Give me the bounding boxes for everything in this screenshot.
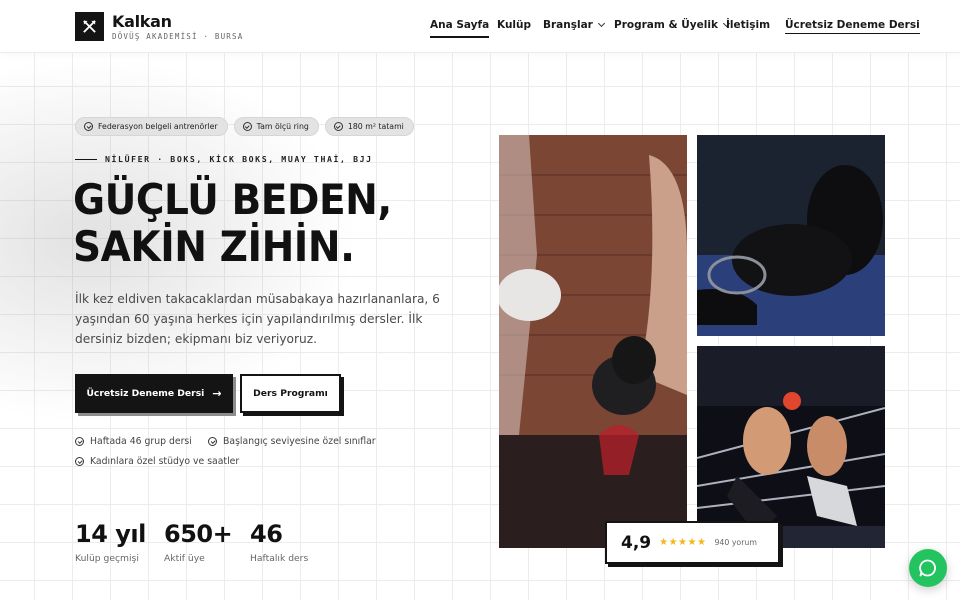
feature-weekly-classes: Haftada 46 grup dersi: [75, 436, 192, 447]
badge-certified-coaches: Federasyon belgeli antrenörler: [75, 117, 228, 136]
rating-count: 940 yorum: [714, 538, 757, 547]
logo[interactable]: [75, 12, 104, 41]
badge-full-ring: Tam ölçü ring: [233, 117, 319, 136]
crossed-swords-icon: [83, 20, 96, 33]
feature-label: Kadınlara özel stüdyo ve saatler: [90, 456, 240, 467]
brand-subtitle: DÖVÜŞ AKADEMİSİ · BURSA: [112, 32, 244, 41]
check-circle-icon: [242, 122, 252, 131]
hero-headline: GÜÇLÜ BEDEN, SAKİN ZİHİN.: [73, 176, 408, 270]
rating-stars-icon: ★★★★★: [659, 537, 707, 548]
brand-name[interactable]: Kalkan: [112, 12, 172, 31]
eyebrow: NİLÜFER · BOKS, KİCK BOKS, MUAY THAİ, BJ…: [75, 154, 373, 164]
headline-line-1: GÜÇLÜ BEDEN,: [73, 175, 392, 224]
stat-classes-label: Haftalık ders: [250, 553, 309, 564]
free-trial-button[interactable]: Ücretsiz Deneme Dersi →: [75, 374, 233, 413]
feature-label: Başlangıç seviyesine özel sınıflar: [223, 436, 376, 447]
headline-line-2: SAKİN ZİHİN.: [73, 222, 355, 271]
check-circle-icon: [75, 437, 84, 446]
whatsapp-chat-button[interactable]: [909, 549, 947, 587]
nav-label: İletişim: [726, 19, 771, 31]
hero-lead: İlk kez eldiven takacaklardan müsabakaya…: [75, 292, 440, 346]
stat-years-value: 14 yıl: [75, 520, 146, 548]
badge-label: Federasyon belgeli antrenörler: [98, 122, 218, 131]
stat-members-value: 650+: [164, 520, 233, 548]
stat-classes-value: 46: [250, 520, 283, 548]
chat-bubble-icon: [919, 559, 936, 577]
rating-card: 4,9 ★★★★★ 940 yorum: [605, 521, 780, 564]
feature-label: Haftada 46 grup dersi: [90, 436, 192, 447]
check-circle-icon: [333, 122, 343, 131]
feature-women-studio: Kadınlara özel stüdyo ve saatler: [75, 456, 239, 467]
button-label: Ders Programı: [253, 388, 328, 399]
stat-years-label: Kulüp geçmişi: [75, 553, 139, 564]
badge-row: Federasyon belgeli antrenörler Tam ölçü …: [75, 117, 414, 136]
eyebrow-text: NİLÜFER · BOKS, KİCK BOKS, MUAY THAİ, BJ…: [105, 154, 373, 164]
badge-label: 180 m² tatami: [347, 122, 404, 131]
nav-item-branches[interactable]: Branşlar: [543, 19, 605, 31]
schedule-button[interactable]: Ders Programı: [240, 374, 341, 413]
photo-kickboxing-match: [697, 346, 885, 548]
rating-score: 4,9: [621, 532, 652, 553]
nav-label: Kulüp: [497, 19, 532, 31]
nav-item-contact[interactable]: İletişim: [726, 19, 770, 31]
nav-item-club[interactable]: Kulüp: [497, 19, 531, 31]
chevron-down-icon: [597, 19, 605, 28]
nav-label: Program & Üyelik: [614, 19, 718, 31]
nav-label: Ana Sayfa: [430, 19, 490, 31]
nav-cta-free-trial[interactable]: Ücretsiz Deneme Dersi: [785, 19, 920, 34]
photo-pad-training: [499, 135, 687, 548]
eyebrow-line: [75, 158, 97, 160]
nav-label: Branşlar: [543, 19, 593, 31]
stat-members-label: Aktif üye: [164, 553, 205, 564]
check-circle-icon: [75, 457, 84, 466]
nav-cta-label: Ücretsiz Deneme Dersi: [785, 19, 920, 31]
nav-item-program[interactable]: Program & Üyelik: [614, 19, 730, 31]
button-label: Ücretsiz Deneme Dersi: [86, 388, 205, 399]
nav-item-home[interactable]: Ana Sayfa: [430, 19, 490, 38]
badge-tatami: 180 m² tatami: [324, 117, 414, 136]
photo-boxing-gloves: [697, 135, 885, 336]
feature-beginner-classes: Başlangıç seviyesine özel sınıflar: [208, 436, 376, 447]
site-header: Kalkan DÖVÜŞ AKADEMİSİ · BURSA Ana Sayfa…: [0, 0, 960, 53]
check-circle-icon: [84, 122, 93, 131]
arrow-right-icon: →: [212, 387, 222, 400]
check-circle-icon: [208, 437, 217, 446]
badge-label: Tam ölçü ring: [256, 122, 309, 131]
